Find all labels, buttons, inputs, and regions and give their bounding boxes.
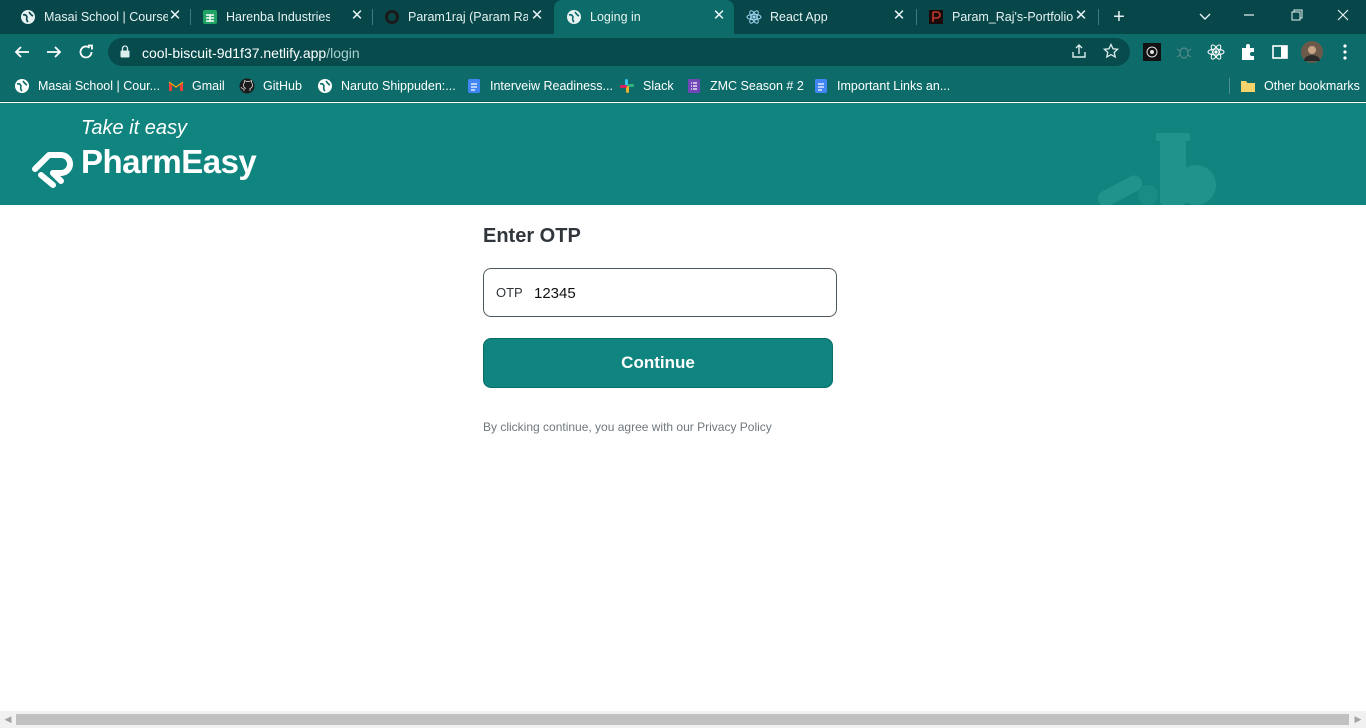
globe-icon [21, 10, 35, 24]
globe-icon [567, 10, 581, 24]
pharmeasy-logo-icon[interactable] [31, 143, 77, 189]
horizontal-scrollbar[interactable]: ◀ ▶ [0, 711, 1366, 728]
bookmark-masai[interactable]: Masai School | Cour... [14, 76, 160, 96]
url-text: cool-biscuit-9d1f37.netlify.app/login [142, 45, 360, 61]
scroll-left-icon[interactable]: ◀ [4, 714, 12, 725]
forward-icon[interactable] [42, 40, 66, 64]
globe-icon [318, 79, 332, 93]
other-bookmarks[interactable]: Other bookmarks [1240, 76, 1360, 96]
menu-kebab-icon[interactable] [1336, 43, 1354, 61]
tab-harenba[interactable]: Harenba Industries Ar ✕ [190, 0, 372, 34]
google-docs-icon [468, 79, 480, 93]
otp-input[interactable] [534, 281, 824, 305]
close-tab-icon[interactable]: ✕ [348, 7, 366, 25]
extension-icon[interactable] [1143, 43, 1161, 61]
tab-loging-in[interactable]: Loging in ✕ [554, 0, 734, 34]
reload-icon[interactable] [74, 40, 98, 64]
medicine-illustration-icon [1097, 133, 1216, 205]
tagline: Take it easy [81, 117, 187, 139]
terms-text: By clicking continue, you agree with our… [483, 420, 772, 434]
side-panel-icon[interactable] [1271, 43, 1289, 61]
tab-title: React App [770, 10, 828, 24]
bookmark-label: Masai School | Cour... [38, 79, 161, 93]
otp-field[interactable]: OTP [483, 268, 837, 317]
bookmarks-bar: Masai School | Cour... Gmail GitHub Naru… [0, 70, 1366, 102]
bookmark-naruto[interactable]: Naruto Shippuden:... [317, 76, 456, 96]
tab-strip: Masai School | Course ✕ Harenba Industri… [0, 0, 1366, 34]
folder-icon [1241, 81, 1255, 92]
bookmark-zmc[interactable]: ZMC Season # 2 [686, 76, 804, 96]
tab-title: Masai School | Course [44, 10, 168, 24]
github-icon [239, 78, 255, 94]
close-tab-icon[interactable]: ✕ [528, 7, 546, 25]
bookmark-label: Interveiw Readiness... [490, 79, 613, 93]
google-docs-icon [815, 79, 827, 93]
tab-search-icon[interactable] [1192, 4, 1218, 28]
url-path: /login [326, 45, 360, 61]
page-title: Enter OTP [483, 225, 581, 247]
bookmark-label: Naruto Shippuden:... [341, 79, 456, 93]
github-icon [385, 10, 399, 24]
google-forms-icon [688, 79, 700, 93]
close-tab-icon[interactable]: ✕ [166, 7, 184, 25]
close-tab-icon[interactable]: ✕ [710, 7, 728, 25]
close-window-icon[interactable] [1330, 4, 1356, 28]
portfolio-logo-icon [929, 10, 943, 24]
tab-masai[interactable]: Masai School | Course ✕ [8, 0, 190, 34]
bookmark-divider [1229, 78, 1230, 94]
scrollbar-thumb[interactable] [16, 714, 1349, 725]
url-host: cool-biscuit-9d1f37.netlify.app [142, 45, 327, 61]
terms-prefix: By clicking continue, you agree with our [483, 420, 698, 434]
browser-toolbar: cool-biscuit-9d1f37.netlify.app/login [0, 34, 1366, 70]
privacy-policy-link[interactable]: Privacy Policy [697, 420, 772, 434]
bookmark-label: Important Links an... [837, 79, 951, 93]
bookmark-label: ZMC Season # 2 [710, 79, 804, 93]
address-bar[interactable]: cool-biscuit-9d1f37.netlify.app/login [108, 38, 1130, 66]
minimize-icon[interactable] [1236, 4, 1262, 28]
tab-title: Harenba Industries Ar [226, 10, 330, 24]
tab-title: Param_Raj's-Portfolio [952, 10, 1074, 24]
bookmark-gmail[interactable]: Gmail [168, 76, 225, 96]
otp-field-label: OTP [496, 285, 523, 300]
react-devtools-icon[interactable] [1207, 43, 1225, 61]
tab-portfolio[interactable]: Param_Raj's-Portfolio ✕ [916, 0, 1098, 34]
puzzle-icon[interactable] [1239, 43, 1257, 61]
slack-icon [620, 79, 634, 93]
share-icon[interactable] [1070, 43, 1088, 61]
restore-icon[interactable] [1284, 4, 1310, 28]
react-icon [746, 10, 762, 24]
bookmark-label: Slack [643, 79, 674, 93]
google-sheets-icon [203, 10, 217, 24]
bookmark-label: Gmail [192, 79, 225, 93]
bookmark-important-links[interactable]: Important Links an... [813, 76, 950, 96]
tab-react-app[interactable]: React App ✕ [734, 0, 916, 34]
tab-github-profile[interactable]: Param1raj (Param Raj) ✕ [372, 0, 554, 34]
bookmark-slack[interactable]: Slack [619, 76, 674, 96]
tab-divider [1098, 9, 1099, 25]
brand-name[interactable]: PharmEasy [81, 143, 257, 181]
close-tab-icon[interactable]: ✕ [890, 7, 908, 25]
bookmark-github[interactable]: GitHub [239, 76, 302, 96]
bookmark-interview[interactable]: Interveiw Readiness... [466, 76, 613, 96]
tab-title: Loging in [590, 10, 641, 24]
other-bookmarks-label: Other bookmarks [1264, 79, 1360, 93]
bookmark-star-icon[interactable] [1102, 42, 1120, 61]
new-tab-icon[interactable]: + [1108, 6, 1130, 28]
avatar[interactable] [1301, 41, 1323, 63]
tab-title: Param1raj (Param Raj) [408, 10, 528, 24]
continue-button[interactable]: Continue [483, 338, 833, 388]
back-icon[interactable] [10, 40, 34, 64]
globe-icon [15, 79, 29, 93]
bookmark-label: GitHub [263, 79, 302, 93]
scroll-right-icon[interactable]: ▶ [1354, 714, 1362, 725]
gmail-icon [168, 81, 184, 91]
lock-icon [120, 45, 130, 58]
site-header: Take it easy PharmEasy [0, 103, 1366, 205]
close-tab-icon[interactable]: ✕ [1072, 7, 1090, 25]
bug-icon[interactable] [1175, 43, 1193, 61]
